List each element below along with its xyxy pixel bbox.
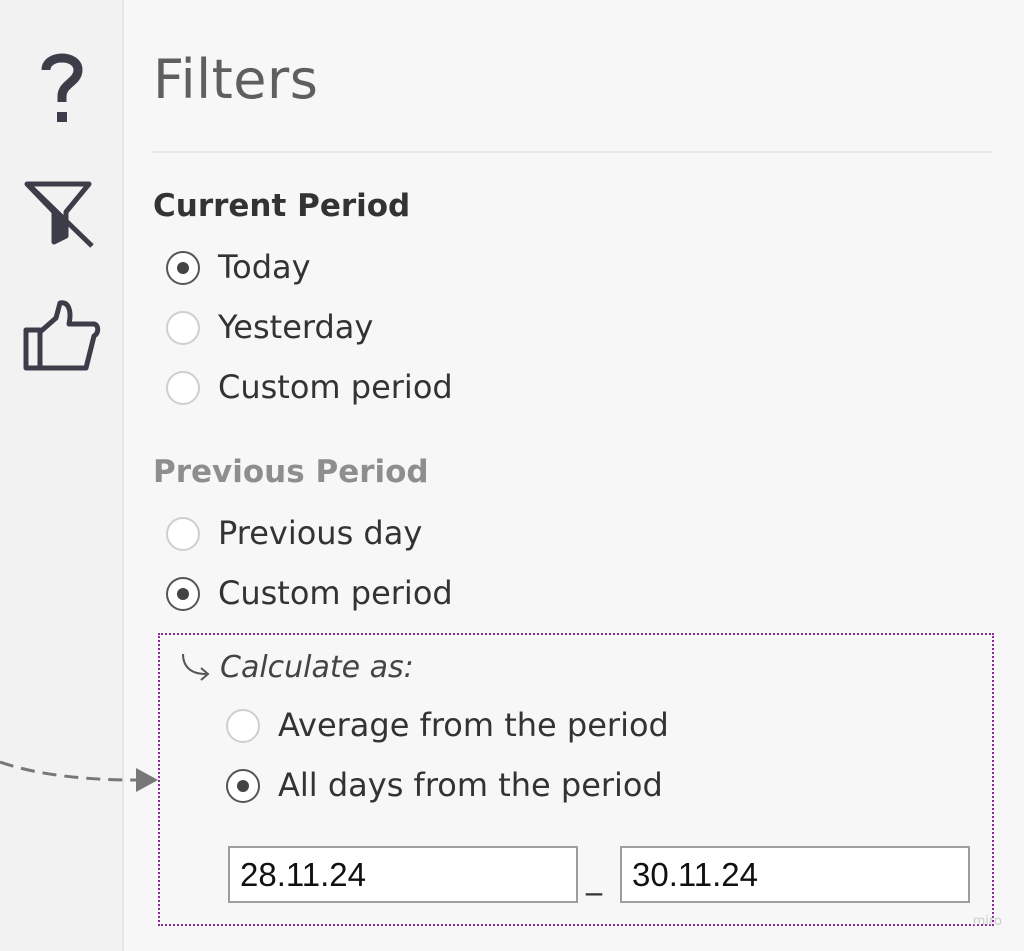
previous-period-heading: Previous Period [153, 454, 429, 490]
radio-current-custom-period[interactable]: Custom period [166, 368, 476, 412]
radio-button[interactable] [166, 577, 200, 611]
radio-button[interactable] [226, 769, 260, 803]
radio-label: Today [218, 248, 311, 286]
radio-button[interactable] [166, 251, 200, 285]
date-range-separator: _ [586, 858, 602, 896]
thumbs-up-icon[interactable] [22, 298, 102, 372]
radio-button[interactable] [166, 371, 200, 405]
title-divider [152, 151, 992, 153]
radio-label: Custom period [218, 574, 453, 612]
radio-label: All days from the period [278, 766, 663, 804]
date-to-input[interactable] [620, 846, 970, 903]
radio-label: Previous day [218, 514, 423, 552]
radio-button[interactable] [166, 517, 200, 551]
radio-yesterday[interactable]: Yesterday [166, 308, 426, 352]
clear-filter-icon[interactable] [24, 180, 96, 250]
date-from-input[interactable] [228, 846, 578, 903]
help-icon[interactable] [36, 50, 88, 126]
radio-label: Yesterday [218, 308, 374, 346]
annotation-arrow-icon [0, 760, 158, 792]
radio-previous-custom-period[interactable]: Custom period [166, 574, 476, 618]
sub-arrow-icon [182, 653, 210, 681]
page-title: Filters [153, 48, 319, 111]
radio-all-days-from-period[interactable]: All days from the period [226, 766, 696, 810]
radio-label: Average from the period [278, 706, 669, 744]
current-period-heading: Current Period [153, 188, 411, 224]
watermark: miro [972, 914, 1002, 929]
radio-label: Custom period [218, 368, 453, 406]
radio-button[interactable] [226, 709, 260, 743]
radio-average-from-period[interactable]: Average from the period [226, 706, 696, 750]
radio-previous-day[interactable]: Previous day [166, 514, 466, 558]
calculate-as-label: Calculate as: [220, 650, 414, 685]
radio-button[interactable] [166, 311, 200, 345]
radio-today[interactable]: Today [166, 248, 366, 292]
